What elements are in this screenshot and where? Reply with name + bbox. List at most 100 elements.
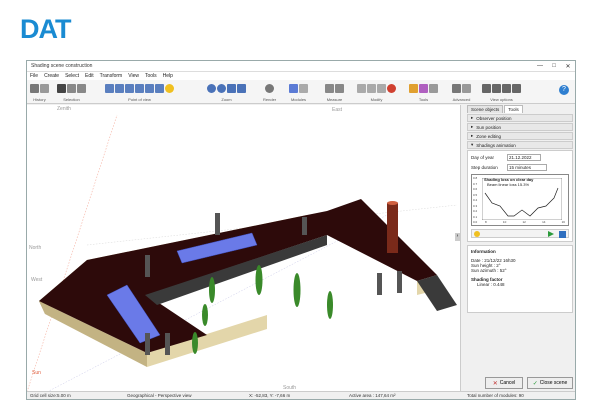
west-label: West	[31, 277, 43, 283]
zoom-in-icon[interactable]	[207, 83, 216, 93]
tree-2	[209, 277, 215, 303]
day-input[interactable]: 21.12.2022	[507, 154, 541, 161]
close-scene-label: Close scene	[539, 380, 568, 386]
modules-list-icon[interactable]	[299, 83, 308, 93]
rotate-icon[interactable]	[115, 83, 124, 93]
modules-grid-icon[interactable]	[289, 83, 298, 93]
close-scene-button[interactable]: ✓ Close scene	[527, 377, 573, 389]
eraser-icon[interactable]	[419, 83, 428, 93]
advanced-pointer-icon[interactable]	[452, 83, 461, 93]
modify-label: Modify	[370, 97, 383, 102]
collapse-panel-handle[interactable]: ›	[455, 233, 460, 241]
redo-icon[interactable]	[40, 83, 49, 93]
advanced-settings-icon[interactable]	[462, 83, 471, 93]
section-label: Shadings animation	[476, 142, 516, 148]
undo-icon[interactable]	[30, 83, 39, 93]
point-of-view-group: Point of view	[105, 81, 174, 103]
cancel-button[interactable]: ✕ Cancel	[485, 377, 523, 389]
module-count: Total number of modules: 90	[467, 393, 524, 398]
scene-canvas[interactable]	[26, 105, 461, 393]
point-of-view-label: Point of view	[128, 97, 151, 102]
chimney-5	[165, 333, 170, 355]
cancel-icon: ✕	[492, 380, 498, 387]
tab-scene-objects[interactable]: Scene objects	[467, 105, 504, 113]
chimney-3	[302, 217, 307, 235]
view-side-icon[interactable]	[145, 83, 154, 93]
copy-icon[interactable]	[367, 83, 376, 93]
menu-create[interactable]: Create	[44, 73, 59, 79]
zoom-out-icon[interactable]	[217, 83, 226, 93]
tab-tools[interactable]: Tools	[504, 105, 523, 113]
view-iso-icon[interactable]	[155, 83, 164, 93]
maximize-button[interactable]: □	[547, 63, 561, 69]
save-icon[interactable]	[559, 231, 566, 238]
view-front-icon[interactable]	[135, 83, 144, 93]
advanced-label: Advanced	[452, 97, 471, 102]
zoom-group: Zoom	[207, 81, 246, 103]
y-tick: 0.4	[473, 198, 478, 202]
cursor-coords: X: -52,83, Y: -7,66 m	[249, 393, 291, 398]
3d-viewport[interactable]: Zenith East North West South Sun ›	[26, 105, 461, 393]
history-label: History	[33, 97, 46, 102]
toolbar: History Selection Point of view Zoom Ren…	[27, 80, 575, 104]
section-observer-position[interactable]: ▸ Observer position	[467, 114, 573, 122]
play-icon[interactable]	[548, 231, 554, 237]
sun-view-icon[interactable]	[165, 83, 174, 93]
view-option-1-icon[interactable]	[482, 83, 491, 93]
layers-icon[interactable]	[429, 83, 438, 93]
zenith-label: Zenith	[57, 106, 71, 112]
loss-line	[484, 187, 559, 217]
status-bar: Grid cell size: 5.00 m Geographical - Pe…	[27, 391, 575, 399]
menu-tools[interactable]: Tools	[145, 73, 157, 79]
render-icon[interactable]	[265, 83, 275, 93]
tools-group: Tools	[409, 81, 438, 103]
help-icon[interactable]: ?	[559, 85, 569, 95]
north-label: North	[29, 245, 42, 251]
view-option-4-icon[interactable]	[512, 83, 521, 93]
shading-loss-graph: Shading loss on clear day Beam linear lo…	[471, 174, 569, 226]
minimize-button[interactable]: —	[533, 63, 547, 69]
move-icon[interactable]	[357, 83, 366, 93]
lasso-icon[interactable]	[77, 83, 86, 93]
chevron-right-icon: ▸	[471, 115, 474, 120]
chevron-right-icon: ▸	[471, 133, 474, 138]
measure-line-icon[interactable]	[325, 83, 334, 93]
menu-select[interactable]: Select	[65, 73, 79, 79]
y-tick: 0.8	[473, 176, 478, 180]
measure-angle-icon[interactable]	[335, 83, 344, 93]
y-tick: 0.6	[473, 187, 478, 191]
view-option-3-icon[interactable]	[502, 83, 511, 93]
step-select[interactable]: 15 minutes	[507, 164, 547, 171]
section-shadings-animation[interactable]: ▾ Shadings animation	[467, 141, 573, 149]
view-option-2-icon[interactable]	[492, 83, 501, 93]
advanced-group: Advanced	[452, 81, 471, 103]
y-tick: 0.0	[473, 220, 478, 224]
close-window-button[interactable]: ✕	[561, 63, 575, 70]
rotate-object-icon[interactable]	[387, 83, 396, 93]
pencil-icon[interactable]	[409, 83, 418, 93]
day-label: Day of year	[471, 155, 495, 160]
section-sun-position[interactable]: ▸ Sun position	[467, 123, 573, 131]
scale-icon[interactable]	[377, 83, 386, 93]
view-mode: Geographical - Perspective view	[127, 393, 192, 398]
x-tick: 14	[542, 220, 546, 224]
section-zone-editing[interactable]: ▸ Zone editing	[467, 132, 573, 140]
history-group: History	[30, 81, 49, 103]
menu-file[interactable]: File	[30, 73, 38, 79]
north-axis-line	[26, 114, 118, 393]
side-panel: Scene objects Tools ▸ Observer position ▸…	[465, 105, 575, 373]
menu-edit[interactable]: Edit	[85, 73, 94, 79]
pointer-icon[interactable]	[57, 83, 66, 93]
chevron-right-icon: ▸	[471, 124, 474, 129]
zoom-label: Zoom	[221, 97, 232, 102]
zoom-window-icon[interactable]	[237, 83, 246, 93]
view-top-icon[interactable]	[125, 83, 134, 93]
menu-transform[interactable]: Transform	[100, 73, 123, 79]
menu-view[interactable]: View	[128, 73, 139, 79]
box-select-icon[interactable]	[67, 83, 76, 93]
x-tick: 16	[561, 220, 565, 224]
pan-icon[interactable]	[105, 83, 114, 93]
zoom-fit-icon[interactable]	[227, 83, 236, 93]
measure-label: Measure	[326, 97, 343, 102]
menu-help[interactable]: Help	[163, 73, 173, 79]
